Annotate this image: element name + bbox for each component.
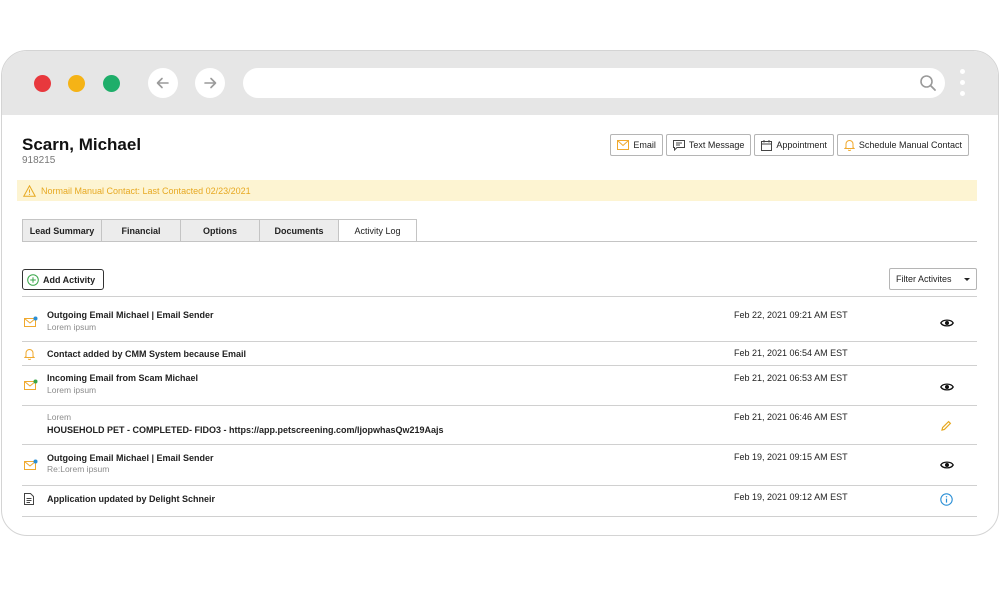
activity-title: Outgoing Email Michael | Email Sender: [47, 453, 214, 463]
tab-options[interactable]: Options: [180, 219, 259, 242]
activity-date: Feb 19, 2021 09:15 AM EST: [734, 452, 848, 462]
email-in-icon: [24, 379, 38, 390]
activity-date: Feb 21, 2021 06:46 AM EST: [734, 412, 848, 422]
email-button[interactable]: Email: [610, 134, 663, 156]
forward-button[interactable]: [195, 68, 225, 98]
tab-documents[interactable]: Documents: [259, 219, 338, 242]
edit-pencil-icon[interactable]: [940, 420, 952, 432]
calendar-icon: [761, 139, 773, 151]
activity-row[interactable]: Outgoing Email Michael | Email Sender Lo…: [22, 297, 977, 342]
view-eye-icon[interactable]: [940, 318, 954, 328]
add-activity-label: Add Activity: [43, 274, 96, 285]
tab-financial[interactable]: Financial: [101, 219, 180, 242]
view-eye-icon[interactable]: [940, 460, 954, 470]
warning-icon: [23, 184, 36, 197]
bell-icon: [843, 140, 855, 151]
activity-date: Feb 21, 2021 06:54 AM EST: [734, 348, 848, 358]
activity-list: Outgoing Email Michael | Email Sender Lo…: [22, 296, 977, 517]
filter-activities-dropdown[interactable]: Filter Activites: [889, 268, 977, 290]
browser-toolbar: [2, 51, 998, 115]
schedule-manual-contact-label: Schedule Manual Contact: [858, 140, 962, 150]
activity-row[interactable]: Lorem HOUSEHOLD PET - COMPLETED- FIDO3 -…: [22, 406, 977, 445]
envelope-icon: [617, 140, 630, 150]
plus-circle-icon: [27, 273, 39, 286]
text-message-button[interactable]: Text Message: [665, 134, 752, 156]
info-icon[interactable]: [940, 493, 953, 506]
schedule-manual-contact-button[interactable]: Schedule Manual Contact: [836, 134, 969, 156]
activity-date: Feb 21, 2021 06:53 AM EST: [734, 373, 848, 383]
bell-icon: [24, 349, 35, 360]
tab-lead-summary[interactable]: Lead Summary: [22, 219, 101, 242]
manual-contact-alert: Normail Manual Contact: Last Contacted 0…: [17, 180, 977, 201]
browser-window: Scarn, Michael 918215 Email Text Message…: [1, 50, 999, 536]
activity-title: Contact added by CMM System because Emai…: [47, 349, 247, 359]
activity-row[interactable]: Outgoing Email Michael | Email Sender Re…: [22, 445, 977, 486]
activity-row[interactable]: Application updated by Delight Schneir F…: [22, 486, 977, 517]
document-icon: [24, 493, 34, 505]
alert-text: Normail Manual Contact: Last Contacted 0…: [41, 185, 251, 196]
activity-row[interactable]: Contact added by CMM System because Emai…: [22, 342, 977, 366]
tab-activity-log[interactable]: Activity Log: [338, 219, 417, 242]
lead-tabs: Lead Summary Financial Options Documents…: [22, 219, 417, 242]
activity-title: HOUSEHOLD PET - COMPLETED- FIDO3 - https…: [47, 425, 444, 435]
activity-title: Outgoing Email Michael | Email Sender: [47, 310, 214, 320]
address-bar[interactable]: [243, 68, 945, 98]
email-out-icon: [24, 459, 38, 470]
text-message-button-label: Text Message: [688, 140, 745, 150]
appointment-button[interactable]: Appointment: [754, 134, 834, 156]
lead-id: 918215: [22, 155, 56, 166]
close-window-button[interactable]: [34, 75, 51, 92]
activity-subtitle: Lorem: [47, 412, 72, 422]
activity-subtitle: Lorem ipsum: [47, 385, 97, 395]
appointment-button-label: Appointment: [776, 140, 827, 150]
activity-subtitle: Lorem ipsum: [47, 322, 97, 332]
chevron-down-icon: [964, 278, 970, 281]
email-button-label: Email: [633, 140, 656, 150]
activity-title: Incoming Email from Scam Michael: [47, 373, 199, 383]
back-button[interactable]: [148, 68, 178, 98]
view-eye-icon[interactable]: [940, 382, 954, 392]
browser-menu-icon[interactable]: [960, 69, 966, 102]
contact-actions: Email Text Message Appointment Schedule …: [610, 134, 969, 156]
email-out-icon: [24, 316, 38, 327]
filter-label: Filter Activites: [896, 274, 952, 284]
activity-row[interactable]: Incoming Email from Scam Michael Lorem i…: [22, 366, 977, 406]
lead-name: Scarn, Michael: [22, 135, 142, 154]
activity-title: Application updated by Delight Schneir: [47, 494, 216, 504]
activity-date: Feb 19, 2021 09:12 AM EST: [734, 492, 848, 502]
activity-subtitle: Re:Lorem ipsum: [47, 464, 110, 474]
tab-divider: [22, 241, 977, 242]
maximize-window-button[interactable]: [103, 75, 120, 92]
search-icon[interactable]: [919, 74, 937, 92]
minimize-window-button[interactable]: [68, 75, 85, 92]
add-activity-button[interactable]: Add Activity: [22, 269, 105, 290]
arrow-left-icon: [156, 77, 169, 89]
activity-date: Feb 22, 2021 09:21 AM EST: [734, 310, 848, 320]
chat-icon: [672, 139, 685, 151]
arrow-right-icon: [204, 77, 217, 89]
